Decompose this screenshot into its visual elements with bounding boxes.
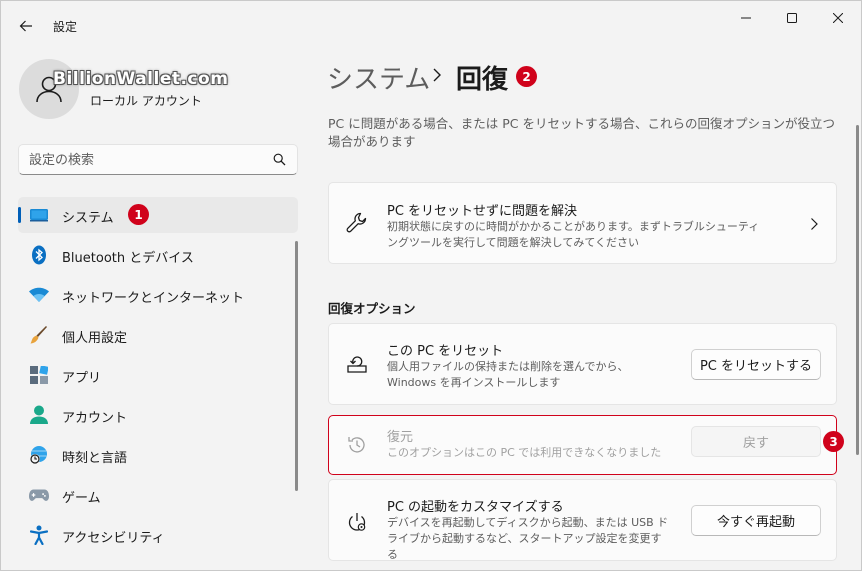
system-icon <box>29 205 49 225</box>
reset-pc-card: この PC をリセット 個人用ファイルの保持または削除を選んでから、Window… <box>328 323 837 405</box>
chevron-right-icon <box>811 218 818 230</box>
watermark-logo: BillionWallet.com <box>53 69 229 89</box>
page-title: 回復 <box>456 65 509 95</box>
sidebar-item-label: アプリ <box>62 371 102 386</box>
sidebar-item-accounts[interactable]: アカウント <box>18 397 298 433</box>
sidebar-item-label: アカウント <box>62 411 128 426</box>
back-arrow-icon <box>19 20 32 32</box>
maximize-icon <box>787 13 797 23</box>
close-button[interactable] <box>815 3 861 33</box>
card-title: 復元 <box>387 430 414 445</box>
section-heading: 回復オプション <box>328 301 416 316</box>
restore-button[interactable]: 戻す <box>691 426 821 457</box>
search-box[interactable] <box>18 144 298 175</box>
advanced-startup-card: PC の起動をカスタマイズする デバイスを再起動してディスクから起動、または U… <box>328 479 837 561</box>
reset-pc-icon <box>345 352 369 376</box>
content-scrollbar[interactable] <box>856 125 859 455</box>
sidebar-item-apps[interactable]: アプリ <box>18 357 298 393</box>
card-title: この PC をリセット <box>387 344 504 359</box>
step-2-badge: 2 <box>516 66 537 87</box>
sidebar-item-label: アクセシビリティ <box>62 531 165 546</box>
sidebar-item-system[interactable]: システム 1 <box>18 197 298 233</box>
sidebar-item-network[interactable]: ネットワークとインターネット <box>18 277 298 313</box>
accessibility-icon <box>29 525 49 545</box>
step-3-badge: 3 <box>823 431 844 452</box>
sidebar-item-accessibility[interactable]: アクセシビリティ <box>18 517 298 553</box>
gamepad-icon <box>29 485 49 505</box>
account-icon <box>29 405 49 425</box>
breadcrumb-parent[interactable]: システム <box>327 59 430 96</box>
troubleshoot-card[interactable]: PC をリセットせずに問題を解決 初期状態に戻すのに時間がかかることがあります。… <box>328 182 837 264</box>
card-title: PC の起動をカスタマイズする <box>387 500 564 515</box>
card-subtitle: 初期状態に戻すのに時間がかかることがあります。まずトラブルシューティングツールを… <box>387 220 760 249</box>
maximize-button[interactable] <box>769 3 815 33</box>
apps-icon <box>29 365 49 385</box>
minimize-icon <box>741 17 751 19</box>
sidebar-item-label: ゲーム <box>62 491 101 506</box>
sidebar-item-gaming[interactable]: ゲーム <box>18 477 298 513</box>
back-button[interactable] <box>11 11 41 41</box>
chevron-right-icon <box>433 68 441 82</box>
step-1-badge: 1 <box>128 204 149 225</box>
card-subtitle: 個人用ファイルの保持または削除を選んでから、Windows を再インストールしま… <box>387 360 629 389</box>
reset-pc-button[interactable]: PC をリセットする <box>691 349 821 380</box>
sidebar-item-bluetooth[interactable]: Bluetooth とデバイス <box>18 237 298 273</box>
card-subtitle: このオプションはこの PC では利用できなくなりました <box>387 446 662 459</box>
wifi-icon <box>29 285 49 305</box>
sidebar-item-personalization[interactable]: 個人用設定 <box>18 317 298 353</box>
sidebar-item-label: 時刻と言語 <box>62 451 128 466</box>
minimize-button[interactable] <box>723 3 769 33</box>
sidebar-item-label: 個人用設定 <box>62 331 128 346</box>
account-type: ローカル アカウント <box>90 94 202 108</box>
brush-icon <box>29 325 49 345</box>
sidebar-item-time-language[interactable]: 時刻と言語 <box>18 437 298 473</box>
sidebar-item-label: ネットワークとインターネット <box>62 291 245 306</box>
bluetooth-icon <box>29 245 49 265</box>
page-description: PC に問題がある場合、または PC をリセットする場合、これらの回復オプション… <box>328 116 835 149</box>
active-indicator <box>18 207 21 223</box>
close-icon <box>833 13 843 23</box>
globe-clock-icon <box>29 445 49 465</box>
window-title: 設定 <box>53 20 78 34</box>
sidebar-item-label: Bluetooth とデバイス <box>62 251 194 266</box>
card-title: PC をリセットせずに問題を解決 <box>387 204 578 219</box>
history-icon <box>345 433 369 457</box>
title-bar: 設定 <box>1 1 861 49</box>
advanced-startup-icon <box>345 510 369 534</box>
wrench-icon <box>345 211 369 235</box>
settings-window: 設定 BillionWallet.com ローカル アカウント システム 1 <box>0 0 862 571</box>
sidebar-nav: システム 1 Bluetooth とデバイス ネットワークとインターネット 個人… <box>18 197 298 557</box>
search-icon[interactable] <box>273 153 286 166</box>
restart-now-button[interactable]: 今すぐ再起動 <box>691 505 821 536</box>
sidebar-item-label: システム <box>62 211 114 226</box>
card-subtitle: デバイスを再起動してディスクから起動、または USB ドライブから起動するなど、… <box>387 516 669 561</box>
restore-card: 復元 このオプションはこの PC では利用できなくなりました 戻す <box>328 415 837 475</box>
avatar[interactable] <box>19 59 79 119</box>
search-input[interactable] <box>29 150 265 170</box>
sidebar-scrollbar[interactable] <box>295 241 298 491</box>
